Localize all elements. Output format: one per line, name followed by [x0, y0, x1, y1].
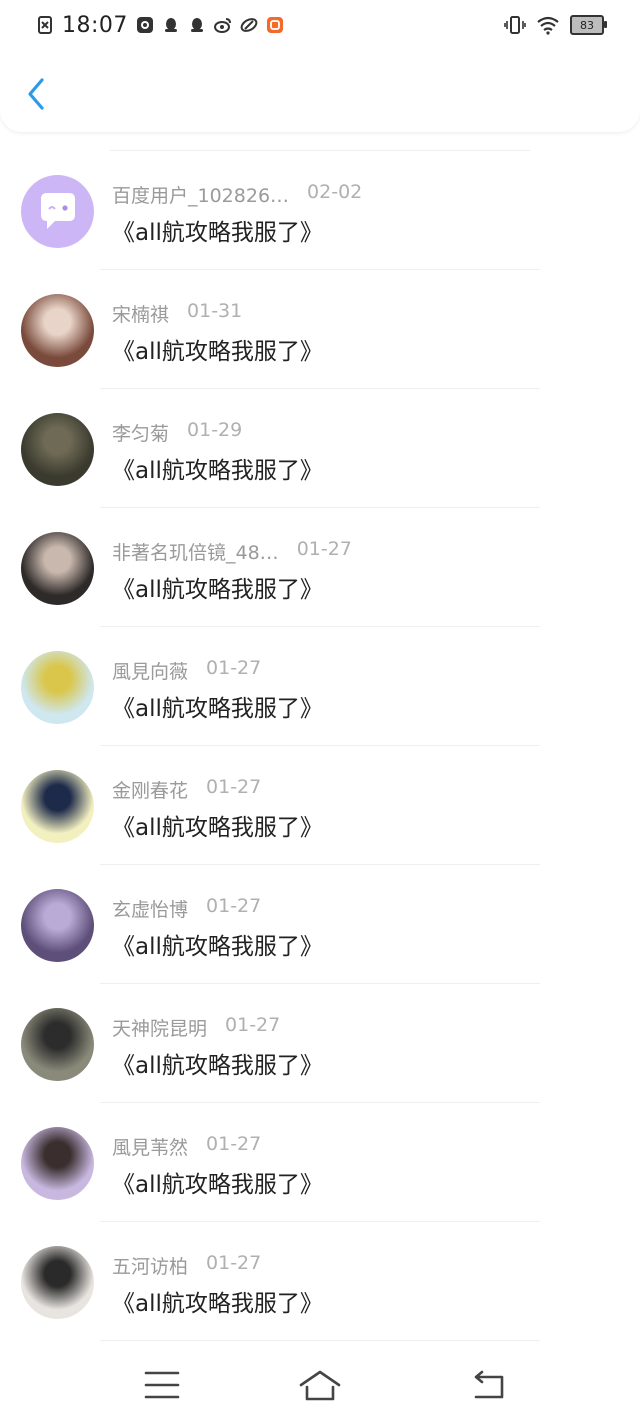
list-item[interactable]: 玄虚怡博 01-27 《all航攻略我服了》	[0, 865, 640, 984]
username[interactable]: 金刚春花	[112, 776, 188, 803]
item-title[interactable]: 《all航攻略我服了》	[112, 451, 323, 485]
avatar[interactable]	[21, 1246, 94, 1319]
sim-off-icon	[38, 16, 52, 34]
qq-icon	[164, 18, 177, 32]
status-right: 83	[504, 12, 607, 38]
menu-icon	[144, 1371, 180, 1399]
date: 01-27	[206, 657, 262, 679]
item-title[interactable]: 《all航攻略我服了》	[112, 570, 323, 604]
weibo-icon	[213, 18, 231, 33]
item-title[interactable]: 《all航攻略我服了》	[112, 689, 323, 723]
battery-icon: 83	[570, 15, 607, 35]
status-left: 18:07	[36, 10, 284, 40]
divider	[100, 1340, 540, 1341]
item-meta: 五河访柏 01-27	[112, 1252, 261, 1279]
username[interactable]: 非著名玑倍镜_48…	[112, 538, 279, 565]
list-item[interactable]: 宋楠祺 01-31 《all航攻略我服了》	[0, 270, 640, 389]
date: 01-27	[206, 1133, 262, 1155]
date: 01-29	[187, 419, 243, 441]
item-meta: 風見向薇 01-27	[112, 657, 261, 684]
item-title[interactable]: 《all航攻略我服了》	[112, 213, 323, 247]
avatar[interactable]	[21, 651, 94, 724]
item-meta: 風見苇然 01-27	[112, 1133, 261, 1160]
list-item[interactable]: 金刚春花 01-27 《all航攻略我服了》	[0, 746, 640, 865]
item-title[interactable]: 《all航攻略我服了》	[112, 1284, 323, 1318]
item-meta: 天神院昆明 01-27	[112, 1014, 280, 1041]
system-nav-bar	[0, 1351, 640, 1423]
list-item[interactable]: 五河访柏 01-27 《all航攻略我服了》	[0, 1222, 640, 1341]
date: 01-27	[296, 538, 352, 560]
back-icon	[474, 1370, 504, 1399]
wifi-icon	[537, 16, 559, 35]
username[interactable]: 玄虚怡博	[112, 895, 188, 922]
home-icon	[299, 1370, 341, 1401]
chat-bubble-icon	[41, 193, 75, 229]
username[interactable]: 李匀菊	[112, 419, 169, 446]
top-bar	[0, 50, 640, 132]
username[interactable]: 天神院昆明	[112, 1014, 207, 1041]
username[interactable]: 五河访柏	[112, 1252, 188, 1279]
item-meta: 百度用户_102826… 02-02	[112, 181, 362, 208]
item-title[interactable]: 《all航攻略我服了》	[112, 1046, 323, 1080]
avatar[interactable]	[21, 413, 94, 486]
avatar[interactable]	[21, 294, 94, 367]
username[interactable]: 風見苇然	[112, 1133, 188, 1160]
date: 01-27	[206, 895, 262, 917]
date: 01-31	[187, 300, 243, 322]
back-nav-button[interactable]	[468, 1367, 512, 1403]
item-title[interactable]: 《all航攻略我服了》	[112, 1165, 323, 1199]
avatar[interactable]	[21, 1127, 94, 1200]
date: 01-27	[225, 1014, 281, 1036]
item-meta: 宋楠祺 01-31	[112, 300, 242, 327]
list-item[interactable]: 天神院昆明 01-27 《all航攻略我服了》	[0, 984, 640, 1103]
avatar[interactable]	[21, 770, 94, 843]
username[interactable]: 宋楠祺	[112, 300, 169, 327]
home-button[interactable]	[298, 1367, 342, 1403]
username[interactable]: 風見向薇	[112, 657, 188, 684]
item-title[interactable]: 《all航攻略我服了》	[112, 808, 323, 842]
chevron-left-icon	[28, 78, 44, 110]
list-item[interactable]: 風見向薇 01-27 《all航攻略我服了》	[0, 627, 640, 746]
avatar[interactable]	[21, 889, 94, 962]
item-title[interactable]: 《all航攻略我服了》	[112, 927, 323, 961]
qq-icon	[190, 18, 203, 32]
avatar[interactable]	[21, 175, 94, 248]
vibrate-icon	[504, 16, 526, 34]
item-meta: 非著名玑倍镜_48… 01-27	[112, 538, 352, 565]
date: 02-02	[307, 181, 363, 203]
list-item[interactable]: 百度用户_102826… 02-02 《all航攻略我服了》	[0, 151, 640, 270]
user-list: 百度用户_102826… 02-02 《all航攻略我服了》 宋楠祺 01-31 《all…	[0, 150, 640, 1341]
status-bar: 18:07 83	[0, 0, 640, 50]
item-meta: 玄虚怡博 01-27	[112, 895, 261, 922]
item-meta: 李匀菊 01-29	[112, 419, 242, 446]
app-icon	[240, 18, 258, 32]
list-item[interactable]: 非著名玑倍镜_48… 01-27 《all航攻略我服了》	[0, 508, 640, 627]
media-app-icon	[136, 17, 153, 33]
list-item[interactable]: 風見苇然 01-27 《all航攻略我服了》	[0, 1103, 640, 1222]
date: 01-27	[206, 776, 262, 798]
item-meta: 金刚春花 01-27	[112, 776, 261, 803]
item-title[interactable]: 《all航攻略我服了》	[112, 332, 323, 366]
avatar[interactable]	[21, 1008, 94, 1081]
orange-app-icon	[266, 17, 283, 33]
username[interactable]: 百度用户_102826…	[112, 181, 289, 208]
menu-button[interactable]	[140, 1367, 184, 1403]
clock: 18:07	[62, 12, 128, 38]
list-item[interactable]: 李匀菊 01-29 《all航攻略我服了》	[0, 389, 640, 508]
avatar[interactable]	[21, 532, 94, 605]
back-button[interactable]	[22, 76, 50, 112]
battery-level: 83	[580, 18, 594, 32]
date: 01-27	[206, 1252, 262, 1274]
